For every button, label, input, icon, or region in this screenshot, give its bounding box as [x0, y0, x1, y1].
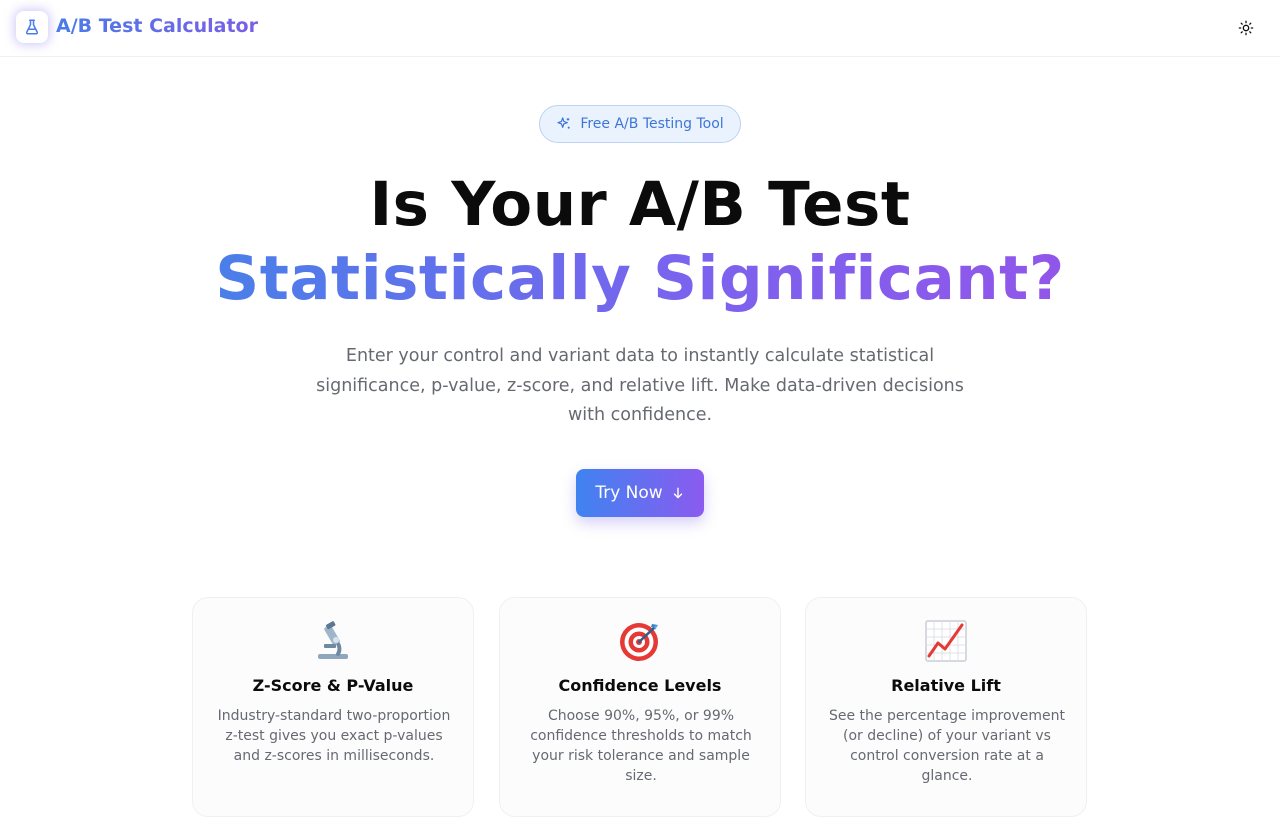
try-now-button[interactable]: Try Now [576, 469, 704, 517]
theme-toggle-button[interactable] [1232, 14, 1260, 42]
hero-title: Is Your A/B Test Statistically Significa… [0, 168, 1280, 316]
hero-title-line1: Is Your A/B Test [369, 169, 911, 240]
feature-title: Relative Lift [891, 676, 1001, 695]
hero-badge: Free A/B Testing Tool [539, 105, 741, 143]
top-navbar: A/B Test Calculator [0, 0, 1280, 57]
hero-subtitle: Enter your control and variant data to i… [316, 346, 964, 425]
feature-card-lift: Relative Lift See the percentage improve… [805, 597, 1087, 817]
microscope-icon [318, 621, 348, 659]
flask-icon [25, 19, 39, 35]
hero-title-line2: Statistically Significant? [215, 243, 1065, 314]
sun-icon [1238, 20, 1254, 36]
brand-title[interactable]: A/B Test Calculator [56, 15, 258, 37]
feature-icon-wrap [806, 620, 1086, 662]
feature-card-zscore: Z-Score & P-Value Industry-standard two-… [192, 597, 474, 817]
feature-description: Industry-standard two-proportion z-test … [217, 708, 451, 764]
logo[interactable] [16, 11, 48, 43]
chart-increasing-icon [925, 620, 967, 662]
feature-icon-wrap [193, 620, 473, 662]
feature-description: See the percentage improvement (or decli… [828, 708, 1066, 784]
target-icon [620, 623, 658, 661]
feature-description: Choose 90%, 95%, or 99% confidence thres… [530, 708, 752, 784]
sparkles-icon [557, 117, 570, 129]
badge-label: Free A/B Testing Tool [580, 116, 724, 132]
feature-title: Confidence Levels [558, 676, 722, 695]
feature-title: Z-Score & P-Value [252, 676, 414, 695]
feature-card-confidence: Confidence Levels Choose 90%, 95%, or 99… [499, 597, 781, 817]
arrow-down-icon [673, 487, 682, 499]
try-now-label: Try Now [595, 483, 663, 503]
feature-icon-wrap [500, 620, 780, 662]
